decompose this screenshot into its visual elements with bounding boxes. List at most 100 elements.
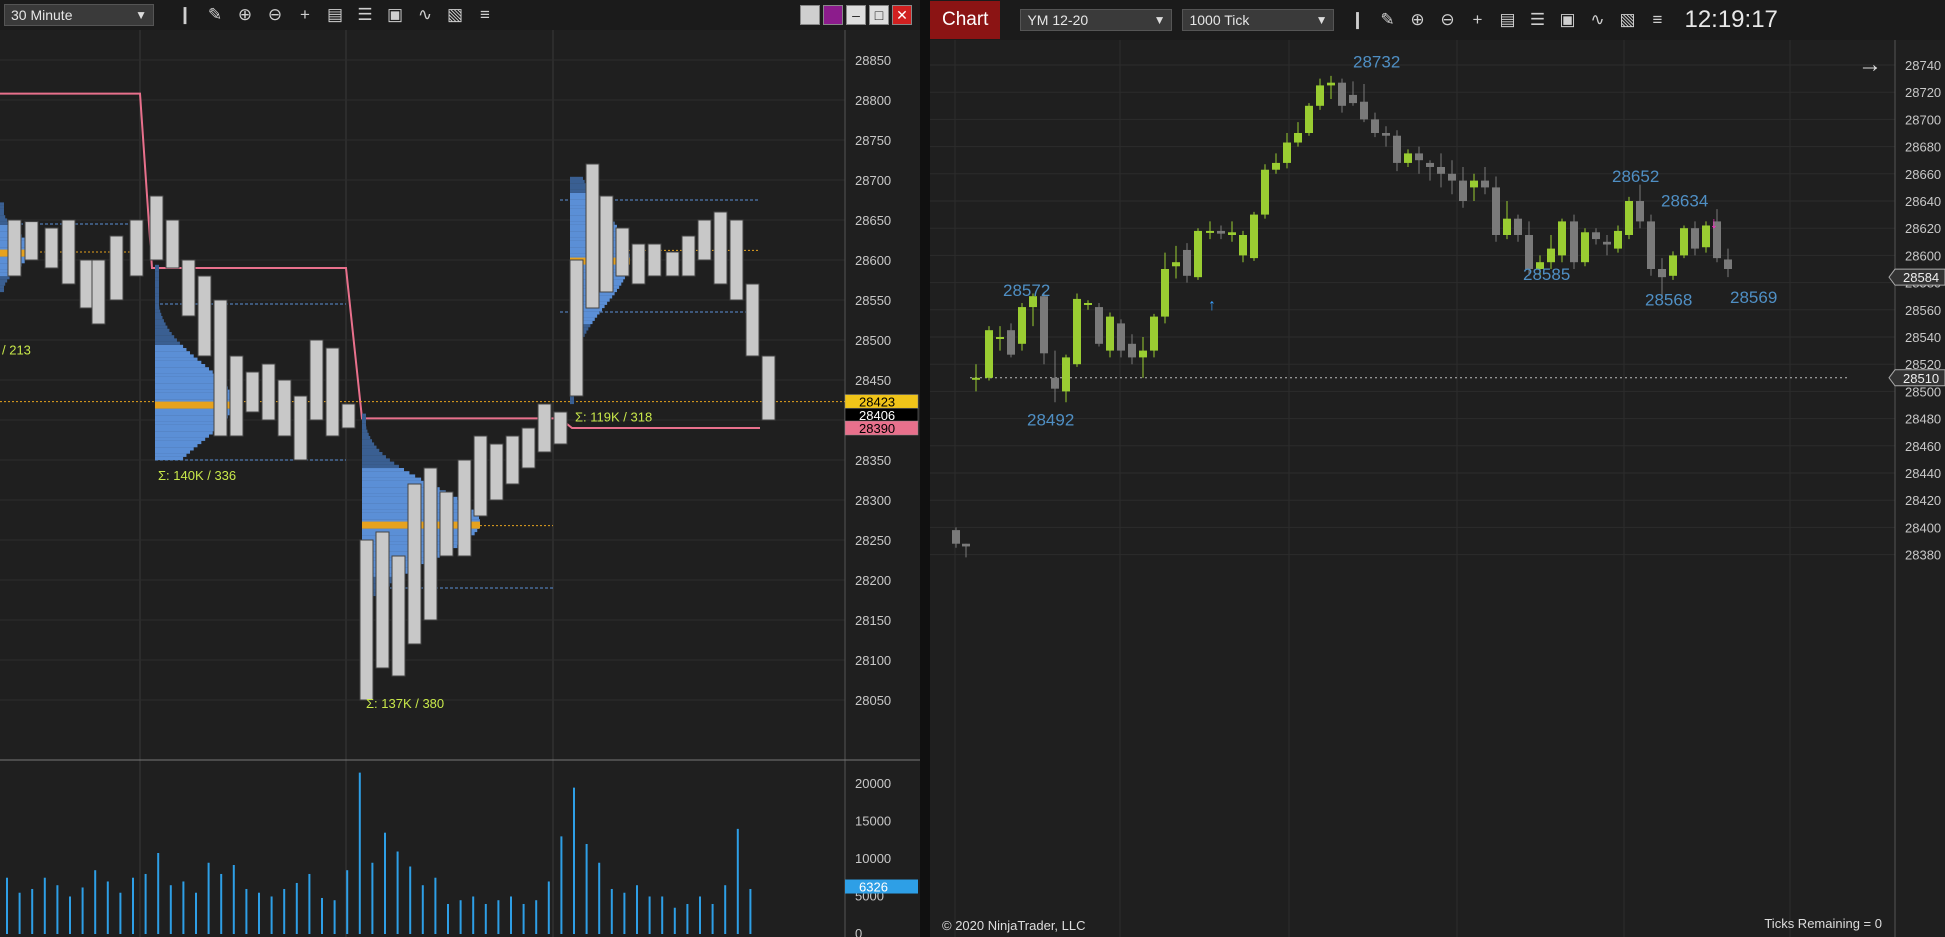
crosshair-icon[interactable]: + [290, 2, 320, 28]
price-axis-label: 28250 [855, 533, 891, 548]
candle-body [1404, 153, 1412, 163]
ohlc-bar [439, 491, 454, 557]
profile-bar [362, 484, 434, 488]
candle-body [1084, 303, 1092, 305]
ohlc-bar [79, 259, 94, 309]
volume-axis-label: 0 [855, 926, 862, 937]
profile-bar [362, 461, 395, 465]
draw-pencil-icon[interactable]: ✎ [1372, 7, 1402, 33]
strategies-icon[interactable]: ∿ [410, 2, 440, 28]
price-axis-label: 28750 [855, 133, 891, 148]
profile-bar [155, 296, 159, 301]
zoom-out-icon[interactable]: ⊖ [260, 2, 290, 28]
price-axis-label: 28300 [855, 493, 891, 508]
minimize-icon[interactable]: – [846, 5, 866, 25]
candle-body [1062, 357, 1070, 392]
indicators-icon[interactable]: ▣ [1552, 7, 1582, 33]
profile-bar [155, 312, 162, 317]
ohlc-bar [665, 251, 680, 277]
profile-bar [155, 354, 194, 358]
interval-select[interactable]: 1000 Tick ▼ [1182, 9, 1335, 31]
templates-icon[interactable]: ▧ [440, 2, 470, 28]
link-color-purple-button[interactable] [823, 5, 843, 25]
candle-body [1139, 350, 1147, 358]
bar-type-icon[interactable]: ❙ [170, 2, 200, 28]
data-box-icon[interactable]: ▤ [1492, 7, 1522, 33]
zoom-in-icon[interactable]: ⊕ [1402, 7, 1432, 33]
maximize-icon[interactable]: □ [869, 5, 889, 25]
data-box-icon[interactable]: ▤ [320, 2, 350, 28]
profile-bar [155, 277, 159, 281]
candle-body [1117, 323, 1125, 351]
ohlc-bar [631, 243, 646, 285]
candle-body [1095, 307, 1103, 344]
profile-bar [155, 456, 184, 461]
profile-bar [155, 316, 163, 320]
indicators-icon[interactable]: ▣ [380, 2, 410, 28]
ohlc-bar [537, 403, 552, 453]
price-axis-label: 28680 [1905, 140, 1941, 155]
templates-icon[interactable]: ▧ [1612, 7, 1642, 33]
ohlc-bar [277, 379, 292, 437]
candle-body [1547, 248, 1555, 263]
candle-body [1250, 214, 1258, 259]
right-chart-canvas[interactable]: 28740 28720 28700 28680 28660 28640 28620 28600… [930, 40, 1945, 937]
candle-body [1581, 232, 1589, 263]
instrument-select[interactable]: YM 12-20 ▼ [1020, 9, 1173, 31]
profile-bar [155, 332, 172, 336]
ohlc-bar [309, 339, 324, 421]
list-icon[interactable]: ≡ [1642, 7, 1672, 33]
candle-body [1448, 173, 1456, 181]
profile-bar [155, 364, 206, 368]
ohlc-bar [713, 211, 728, 285]
profile-bar [155, 453, 187, 457]
price-axis-label: 28450 [855, 373, 891, 388]
candle-body [1228, 232, 1236, 235]
price-axis-label: 28560 [1905, 303, 1941, 318]
left-toolbar: 30 Minute ▼ ❙ ✎ ⊕ ⊖ + ▤ ☰ ▣ ∿ ▧ ≡ – □ ✕ [0, 0, 920, 30]
candle-body [1316, 85, 1324, 106]
list-icon[interactable]: ≡ [470, 2, 500, 28]
price-axis-label: 28720 [1905, 85, 1941, 100]
strategies-icon[interactable]: ∿ [1582, 7, 1612, 33]
bar-type-icon[interactable]: ❙ [1342, 7, 1372, 33]
ohlc-bar [44, 227, 59, 269]
profile-bar [362, 452, 383, 456]
ohlc-bar [24, 221, 39, 261]
link-color-gray-button[interactable] [800, 5, 820, 25]
candle-body [1459, 180, 1467, 201]
price-axis-label: 28800 [855, 93, 891, 108]
profile-bar [570, 400, 574, 405]
chart-tab[interactable]: Chart [930, 1, 1001, 39]
ohlc-bar [697, 219, 712, 261]
close-icon[interactable]: ✕ [892, 5, 912, 25]
candle-body [1360, 101, 1368, 120]
profile-bar [155, 284, 159, 288]
price-axis-label: 28740 [1905, 58, 1941, 73]
zoom-out-icon[interactable]: ⊖ [1432, 7, 1462, 33]
profile-bar [155, 344, 184, 349]
profile-bar [570, 183, 587, 187]
profile-bar [362, 442, 375, 446]
ohlc-bar [149, 195, 164, 261]
properties-icon[interactable]: ☰ [1522, 7, 1552, 33]
draw-pencil-icon[interactable]: ✎ [200, 2, 230, 28]
timeframe-select[interactable]: 30 Minute ▼ [4, 4, 154, 26]
profile-bar [155, 421, 223, 425]
profile-bar [362, 413, 366, 417]
candle-body [1603, 241, 1611, 245]
ohlc-bar [325, 347, 340, 437]
profile-bar [362, 493, 452, 497]
candle-body [1150, 316, 1158, 351]
properties-icon[interactable]: ☰ [350, 2, 380, 28]
profile-bar [362, 468, 405, 472]
ohlc-bar [359, 539, 374, 701]
zoom-in-icon[interactable]: ⊕ [230, 2, 260, 28]
ticks-remaining: Ticks Remaining = 0 [1764, 916, 1882, 931]
ohlc-bar [197, 275, 212, 357]
crosshair-icon[interactable]: + [1462, 7, 1492, 33]
profile-bar [362, 423, 366, 427]
left-chart-canvas[interactable]: 28850 28800 28750 28700 28650 28600 28550 28500… [0, 30, 920, 937]
price-marker-label: 28510 [1903, 371, 1939, 386]
candle-body [1426, 162, 1434, 167]
